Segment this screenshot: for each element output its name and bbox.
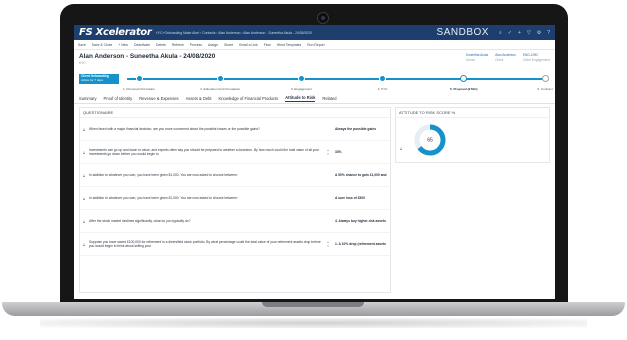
risk-score-gauge: 65 bbox=[414, 124, 446, 156]
toolbar-button-new[interactable]: + New bbox=[118, 43, 128, 47]
toolbar-button-email-a-link[interactable]: Email a Link bbox=[239, 43, 257, 47]
tab-assets-debt[interactable]: Assets & Debt bbox=[186, 96, 212, 101]
owner-role: Client bbox=[495, 58, 504, 62]
breadcrumb[interactable]: KYC+Onboarding Make Alert › Contacts › A… bbox=[156, 31, 313, 35]
question-row: 🔒︎ In addition to whatever you own, you h… bbox=[80, 164, 390, 187]
tab-content: QUESTIONAIRE 🔒︎ When faced with a major f… bbox=[74, 104, 555, 296]
toolbar-button-refresh[interactable]: Refresh bbox=[172, 43, 184, 47]
question-row: 🔒︎ When faced with a major financial deci… bbox=[80, 118, 390, 141]
top-nav-icons: ⌕ ✓ + ▽ ⚙ ? bbox=[499, 30, 550, 36]
process-step-label[interactable]: 5. Proposal (9 Min) bbox=[450, 87, 478, 91]
owner-role: Owner bbox=[465, 58, 476, 62]
help-icon[interactable]: ? bbox=[547, 30, 550, 36]
stage-duration: Active for 7 days bbox=[81, 77, 104, 82]
answer-value[interactable]: A 50% chance to gain £1,000 and a 50% ch… bbox=[331, 173, 387, 177]
active-stage-badge[interactable]: Client Onboarding Active for 7 days bbox=[79, 74, 119, 84]
question-row: 🔒︎ Suppose you have saved £100,000 for re… bbox=[80, 233, 390, 256]
risk-score-panel: ATTITUDE TO RISK SCORE % 🔒︎ 65 bbox=[395, 107, 550, 163]
risk-score-body: 🔒︎ 65 bbox=[396, 118, 549, 160]
record-type: KYC bbox=[79, 61, 86, 65]
process-step-labels: 1. Personal Information 2. Education And … bbox=[79, 86, 553, 93]
toolbar-button-deactivate[interactable]: Deactivate bbox=[134, 43, 150, 47]
record-title: Alan Anderson - Suneetha Akula - 24/08/2… bbox=[79, 53, 216, 60]
answer-value[interactable]: A sure loss of £500 bbox=[331, 196, 387, 200]
process-step-label[interactable]: 1. Personal Information bbox=[123, 87, 155, 91]
business-process-flow: Client Onboarding Active for 7 days bbox=[79, 72, 550, 86]
filter-icon[interactable]: ▽ bbox=[527, 30, 531, 36]
owner-field: ENG-1092 Client Engagement bbox=[523, 53, 550, 69]
owner-role: Client Engagement bbox=[522, 58, 550, 62]
question-text: After the stock market declines signific… bbox=[89, 218, 191, 223]
toolbar-button-run-report[interactable]: Run Report bbox=[307, 43, 324, 47]
process-step-dot[interactable] bbox=[541, 75, 549, 82]
toolbar-button-delete[interactable]: Delete bbox=[156, 43, 166, 47]
process-step-dot[interactable] bbox=[460, 75, 468, 82]
owner-name[interactable]: Suneetha Akula bbox=[466, 53, 488, 57]
tab-related[interactable]: Related bbox=[322, 96, 336, 101]
gear-icon[interactable]: ⚙ bbox=[537, 30, 541, 36]
record-header: Alan Anderson - Suneetha Akula - 24/08/2… bbox=[74, 50, 555, 72]
toolbar-button-assign[interactable]: Assign bbox=[208, 43, 218, 47]
questionnaire-panel: QUESTIONAIRE 🔒︎ When faced with a major f… bbox=[79, 107, 391, 293]
toolbar-button-word-templates[interactable]: Word Templates bbox=[277, 43, 301, 47]
app-logo[interactable]: FS Xcelerator bbox=[79, 27, 152, 38]
owner-field: Suneetha Akula Owner bbox=[466, 53, 488, 69]
question-text: In addition to whatever you own, you hav… bbox=[89, 195, 238, 200]
question-text: Investments can go up and down in value,… bbox=[89, 147, 320, 156]
form-tabs: Summary Proof of Identity Revenue & Expens… bbox=[74, 93, 555, 104]
toolbar-button-flow[interactable]: Flow bbox=[264, 43, 271, 47]
command-bar: Save Save & Close + New Deactivate Delete Ref… bbox=[74, 40, 555, 50]
owner-field: Alan Anderson Client bbox=[495, 53, 516, 69]
question-row: 🔒︎ In addition to whatever you own, you h… bbox=[80, 187, 390, 210]
process-step-dot[interactable] bbox=[216, 75, 224, 82]
risk-score-title: ATTITUDE TO RISK SCORE % bbox=[396, 108, 549, 118]
question-text: When faced with a major financial decisi… bbox=[89, 126, 260, 131]
record-owners: Suneetha Akula Owner Alan Anderson Client EN… bbox=[466, 53, 550, 69]
answer-value[interactable]: 1. A 10% drop (retirement assets drop £5… bbox=[331, 242, 387, 246]
tab-summary[interactable]: Summary bbox=[79, 96, 97, 101]
product-mockup: FS Xcelerator KYC+Onboarding Make Alert … bbox=[0, 0, 627, 340]
question-text: In addition to whatever you own, you hav… bbox=[89, 172, 238, 177]
questionnaire-title: QUESTIONAIRE bbox=[80, 108, 390, 118]
toolbar-button-share[interactable]: Share bbox=[224, 43, 233, 47]
process-track bbox=[127, 78, 544, 80]
question-row: 🔒︎ Investments can go up and down in valu… bbox=[80, 141, 390, 164]
tab-proof-of-identity[interactable]: Proof of Identity bbox=[104, 96, 133, 101]
owner-name[interactable]: ENG-1092 bbox=[523, 53, 550, 57]
top-nav-bar: FS Xcelerator KYC+Onboarding Make Alert … bbox=[74, 25, 555, 40]
webcam-icon bbox=[317, 12, 329, 24]
process-step-label[interactable]: 4. KYC bbox=[378, 87, 388, 91]
process-step-label[interactable]: 6. Contract bbox=[537, 87, 552, 91]
answer-value[interactable]: 4. Always buy higher-risk assets (e.g., … bbox=[331, 219, 387, 223]
process-step-label[interactable]: 3. Engagement bbox=[291, 87, 312, 91]
owner-name[interactable]: Alan Anderson bbox=[495, 53, 516, 57]
toolbar-button-process[interactable]: Process bbox=[190, 43, 202, 47]
lock-icon: 🔒︎ bbox=[400, 146, 403, 151]
question-list: 🔒︎ When faced with a major financial deci… bbox=[80, 118, 390, 256]
laptop-notch bbox=[262, 302, 364, 307]
environment-label: SANDBOX bbox=[436, 27, 489, 38]
toolbar-button-save[interactable]: Save bbox=[78, 43, 86, 47]
toolbar-button-save-close[interactable]: Save & Close bbox=[92, 43, 113, 47]
task-icon[interactable]: ✓ bbox=[508, 30, 512, 36]
laptop-shadow bbox=[40, 318, 587, 328]
search-icon[interactable]: ⌕ bbox=[499, 30, 502, 36]
process-step-dot[interactable] bbox=[135, 75, 143, 82]
question-row: 🔒︎ After the stock market declines signif… bbox=[80, 210, 390, 233]
process-step-label[interactable]: 2. Education And Occupation bbox=[200, 87, 240, 91]
tab-revenue-expenses[interactable]: Revenue & Expenses bbox=[139, 96, 178, 101]
process-step-dot[interactable] bbox=[297, 75, 305, 82]
gauge-score-label: 65 bbox=[427, 138, 433, 144]
answer-value[interactable]: 33% bbox=[331, 150, 387, 154]
app-screen: FS Xcelerator KYC+Onboarding Make Alert … bbox=[74, 25, 555, 299]
process-step-dot[interactable] bbox=[379, 75, 387, 82]
tab-knowledge-of-financial-products[interactable]: Knowledge of Financial Products bbox=[219, 96, 279, 101]
question-text: Suppose you have saved £100,000 for reti… bbox=[89, 239, 321, 248]
answer-value[interactable]: Always the possible gains bbox=[331, 127, 387, 131]
add-icon[interactable]: + bbox=[518, 30, 521, 36]
tab-attitude-to-risk[interactable]: Attitude to Risk bbox=[285, 95, 316, 102]
